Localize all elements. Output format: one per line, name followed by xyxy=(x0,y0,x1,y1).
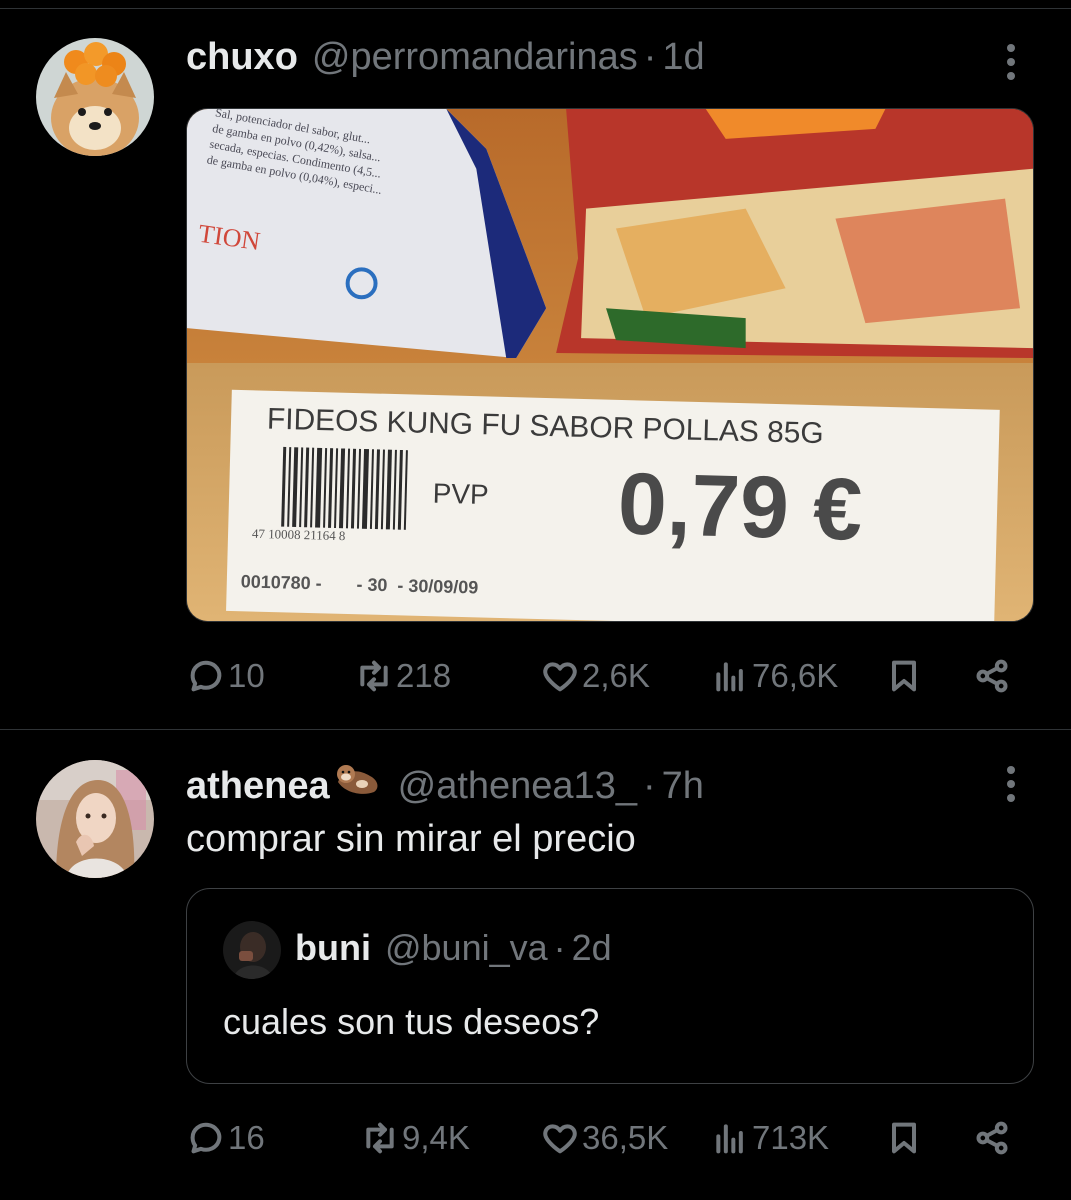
quoted-tweet-header: buni @buni_va · 2d xyxy=(295,927,612,969)
separator-dot: · xyxy=(553,927,566,968)
pvp-label: PVP xyxy=(432,478,489,510)
avatar-chuxo[interactable] xyxy=(36,38,154,156)
reply-count: 10 xyxy=(228,657,265,694)
quoted-tweet-text: cuales son tus deseos? xyxy=(223,1001,600,1042)
reply-button[interactable]: 16 xyxy=(186,1116,265,1160)
separator-dot: · xyxy=(642,765,656,807)
share-icon xyxy=(976,659,1008,693)
retweet-count: 9,4K xyxy=(402,1119,470,1156)
reply-icon xyxy=(190,1122,222,1154)
display-name[interactable]: chuxo xyxy=(186,36,298,79)
price-label: 0,79 € xyxy=(617,454,864,558)
avatar-athenea[interactable] xyxy=(36,760,154,878)
bookmark-button[interactable] xyxy=(884,1116,924,1160)
bookmark-icon xyxy=(892,660,916,692)
reply-icon xyxy=(190,660,222,692)
separator-dot: · xyxy=(643,36,657,78)
retweet-button[interactable]: 218 xyxy=(354,654,451,698)
timestamp[interactable]: 1d xyxy=(662,36,704,79)
timestamp[interactable]: 7h xyxy=(662,765,704,808)
retweet-icon xyxy=(366,1122,394,1154)
tweet-2-actions: 16 9,4K 36,5K 713K xyxy=(186,1116,1016,1160)
share-button[interactable] xyxy=(972,1116,1012,1160)
views-chart-icon xyxy=(716,1124,743,1154)
barcode-number: 47 10008 21164 8 xyxy=(252,526,346,543)
tweet-image[interactable]: Sal, potenciador del sabor, glut... de g… xyxy=(186,108,1034,622)
quoted-tweet[interactable]: buni @buni_va · 2d cuales son tus deseos… xyxy=(186,888,1034,1084)
display-name[interactable]: athenea xyxy=(186,765,330,808)
tweet-2-header: athenea @athenea13_ · 7h xyxy=(186,758,704,808)
quoted-display-name[interactable]: buni xyxy=(295,927,371,969)
quoted-user-handle[interactable]: @buni_va xyxy=(385,927,548,969)
more-dots-icon[interactable] xyxy=(996,764,1026,804)
avatar-buni[interactable] xyxy=(223,921,281,979)
user-handle[interactable]: @athenea13_ xyxy=(398,765,637,808)
user-handle[interactable]: @perromandarinas xyxy=(312,36,638,79)
tweet-1-header: chuxo @perromandarinas · 1d xyxy=(186,36,705,79)
like-count: 2,6K xyxy=(582,657,650,694)
retweet-count: 218 xyxy=(396,657,452,694)
top-separator xyxy=(0,8,1071,9)
heart-icon xyxy=(543,1124,577,1154)
tweet-divider xyxy=(0,729,1071,730)
bookmark-button[interactable] xyxy=(884,654,924,698)
otter-emoji-icon xyxy=(334,758,384,798)
views-count: 713K xyxy=(752,1119,830,1156)
bookmark-icon xyxy=(892,1122,916,1154)
views-count: 76,6K xyxy=(752,657,839,694)
retweet-button[interactable]: 9,4K xyxy=(360,1116,470,1160)
retweet-icon xyxy=(360,660,388,692)
like-count: 36,5K xyxy=(582,1119,669,1156)
share-button[interactable] xyxy=(972,654,1012,698)
views-button[interactable]: 713K xyxy=(710,1116,829,1160)
tweet-text: comprar sin mirar el precio xyxy=(186,818,636,860)
heart-icon xyxy=(543,662,577,692)
reply-button[interactable]: 10 xyxy=(186,654,265,698)
quoted-timestamp[interactable]: 2d xyxy=(572,927,612,969)
share-icon xyxy=(976,1121,1008,1155)
views-button[interactable]: 76,6K xyxy=(710,654,838,698)
like-button[interactable]: 36,5K xyxy=(540,1116,668,1160)
reply-count: 16 xyxy=(228,1119,265,1156)
like-button[interactable]: 2,6K xyxy=(540,654,650,698)
tweet-1-actions: 10 218 2,6K 76,6K xyxy=(186,654,1016,698)
views-chart-icon xyxy=(716,662,743,692)
more-dots-icon[interactable] xyxy=(996,42,1026,82)
